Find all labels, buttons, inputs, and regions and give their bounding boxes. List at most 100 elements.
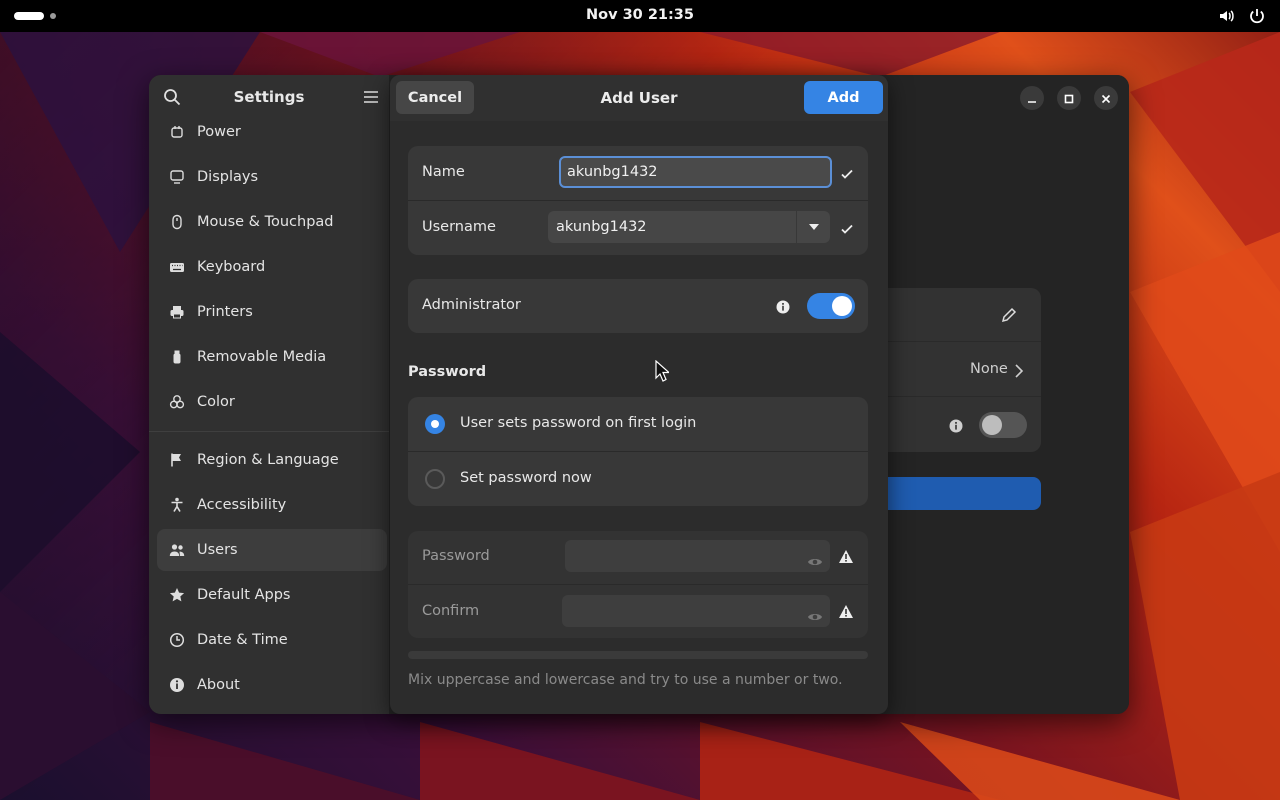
top-bar: Nov 30 21:35 (0, 0, 1280, 32)
sidebar-item-label: Removable Media (197, 349, 327, 365)
sidebar-item-label: Users (197, 542, 238, 558)
eye-icon (807, 604, 823, 620)
radio-set-now[interactable] (425, 469, 445, 489)
eye-icon (807, 549, 823, 565)
volume-icon[interactable] (1218, 7, 1236, 29)
sidebar-item-label: Keyboard (197, 259, 266, 275)
close-icon (1101, 89, 1111, 108)
sidebar-item-label: Color (197, 394, 235, 410)
sidebar: Settings Power Displays Mouse & Touchpad… (149, 75, 389, 714)
row-divider (408, 451, 868, 452)
autologin-value: None (970, 361, 1008, 377)
password-entries-card: Password Confirm (408, 531, 868, 638)
sidebar-item-power[interactable]: Power (157, 111, 387, 153)
sidebar-item-label: Region & Language (197, 452, 339, 468)
card-divider (879, 396, 1041, 397)
mouse-icon (169, 214, 185, 230)
info-icon (169, 677, 185, 693)
usb-icon (169, 349, 185, 365)
flag-icon (169, 452, 185, 468)
name-label: Name (422, 164, 465, 180)
display-icon (169, 169, 185, 185)
toggle-knob (832, 296, 852, 316)
password-hint: Mix uppercase and lowercase and try to u… (408, 672, 843, 688)
password-label: Password (422, 548, 490, 564)
sidebar-item-label: Date & Time (197, 632, 288, 648)
administrator-card: Administrator (408, 279, 868, 333)
minimize-button[interactable] (1020, 86, 1044, 110)
color-icon (169, 394, 185, 410)
accessibility-icon (169, 497, 185, 513)
sidebar-item-accessibility[interactable]: Accessibility (157, 484, 387, 526)
remove-user-button[interactable] (879, 477, 1041, 510)
password-section-title: Password (408, 364, 487, 380)
password-mode-card: User sets password on first login Set pa… (408, 397, 868, 506)
confirm-label: Confirm (422, 603, 480, 619)
sidebar-item-label: Mouse & Touchpad (197, 214, 334, 230)
sidebar-item-users[interactable]: Users (157, 529, 387, 571)
power-icon (169, 124, 185, 140)
sidebar-item-label: Default Apps (197, 587, 291, 603)
radio-first-login-label[interactable]: User sets password on first login (460, 415, 696, 431)
add-user-dialog: Cancel Add User Add Name akunbg1432 User… (390, 75, 888, 714)
keyboard-icon (169, 259, 185, 275)
users-icon (169, 542, 185, 558)
info-icon[interactable] (949, 418, 963, 433)
warning-icon (838, 549, 854, 564)
maximize-button[interactable] (1057, 86, 1081, 110)
sidebar-item-date-time[interactable]: Date & Time (157, 619, 387, 661)
sidebar-divider (149, 431, 389, 432)
add-button[interactable]: Add (804, 81, 883, 114)
administrator-toggle[interactable] (807, 293, 855, 319)
chevron-down-icon (808, 211, 820, 243)
toggle-knob (982, 415, 1002, 435)
username-combo[interactable]: akunbg1432 (548, 211, 830, 243)
star-icon (169, 587, 185, 603)
sidebar-item-removable-media[interactable]: Removable Media (157, 336, 387, 378)
close-button[interactable] (1094, 86, 1118, 110)
username-value: akunbg1432 (556, 219, 647, 235)
clock[interactable]: Nov 30 21:35 (0, 7, 1280, 23)
maximize-icon (1064, 89, 1074, 108)
sidebar-item-label: Accessibility (197, 497, 287, 513)
name-input[interactable]: akunbg1432 (559, 156, 832, 188)
sidebar-item-label: Power (197, 124, 241, 140)
sidebar-item-about[interactable]: About (157, 664, 387, 706)
radio-first-login[interactable] (425, 414, 445, 434)
check-icon (840, 166, 854, 180)
warning-icon (838, 604, 854, 619)
sidebar-title: Settings (233, 88, 305, 106)
sidebar-item-displays[interactable]: Displays (157, 156, 387, 198)
minimize-icon (1027, 89, 1037, 108)
chevron-right-icon (1014, 363, 1024, 378)
username-dropdown-button[interactable] (796, 211, 830, 243)
system-tray[interactable] (1218, 7, 1266, 29)
check-icon (840, 221, 854, 235)
radio-set-now-label[interactable]: Set password now (460, 470, 592, 486)
power-menu-icon[interactable] (1248, 7, 1266, 29)
clock-icon (169, 632, 185, 648)
row-divider (408, 200, 868, 201)
username-label: Username (422, 219, 496, 235)
printer-icon (169, 304, 185, 320)
hamburger-menu-icon[interactable] (362, 88, 380, 106)
confirm-input (562, 595, 830, 627)
administrator-label: Administrator (422, 297, 521, 313)
sidebar-item-label: About (197, 677, 240, 693)
password-strength-bar (408, 651, 868, 659)
sidebar-item-mouse[interactable]: Mouse & Touchpad (157, 201, 387, 243)
mouse-cursor-icon (655, 359, 671, 382)
sidebar-item-printers[interactable]: Printers (157, 291, 387, 333)
card-divider (879, 341, 1041, 342)
info-icon[interactable] (776, 299, 790, 314)
row-divider (408, 584, 868, 585)
edit-pencil-icon[interactable] (1001, 307, 1017, 323)
sidebar-item-label: Printers (197, 304, 253, 320)
sidebar-item-region-language[interactable]: Region & Language (157, 439, 387, 481)
sidebar-item-keyboard[interactable]: Keyboard (157, 246, 387, 288)
sidebar-item-default-apps[interactable]: Default Apps (157, 574, 387, 616)
autologin-toggle[interactable] (979, 412, 1027, 438)
sidebar-item-color[interactable]: Color (157, 381, 387, 423)
password-input (565, 540, 830, 572)
sidebar-item-label: Displays (197, 169, 259, 185)
